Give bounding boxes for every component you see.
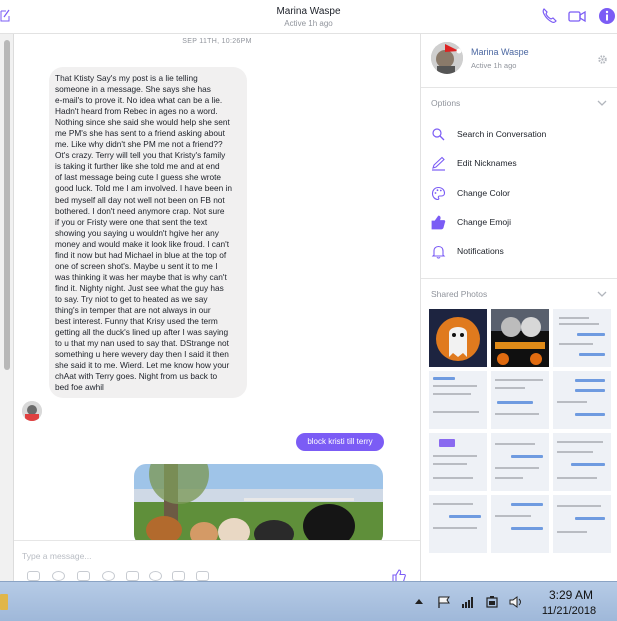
shared-photo[interactable] [491,371,549,429]
dogs-photo-icon [134,464,383,540]
shared-photo[interactable] [491,495,549,553]
option-label: Change Color [457,188,511,198]
message-list: SEP 11TH, 10:26PM That Ktisty Say's my p… [14,34,420,540]
search-icon [432,128,445,141]
option-change-color[interactable]: Change Color [431,185,611,203]
sticker-icon[interactable] [52,571,65,581]
phone-icon[interactable] [540,7,558,25]
info-icon[interactable] [598,7,616,25]
conversation-details-panel: Marina Waspe Active 1h ago Options Searc… [420,34,617,581]
shared-photo[interactable] [429,309,487,367]
message-composer: Type a message... [14,540,420,584]
header-contact-name[interactable]: Marina Waspe [0,6,617,17]
option-change-emoji[interactable]: Change Emoji [431,214,611,232]
sender-avatar [22,401,42,421]
halloween-cat-image-icon [491,309,549,367]
panel-divider [421,87,617,88]
option-label: Change Emoji [457,217,511,227]
contact-name[interactable]: Marina Waspe [471,47,529,57]
panel-divider [421,278,617,279]
palette-icon [431,186,446,201]
photo-icon[interactable] [27,571,40,581]
chevron-down-icon[interactable] [597,100,607,107]
shared-photo[interactable] [491,309,549,367]
bell-icon [431,245,446,259]
date-separator: SEP 11TH, 10:26PM [182,38,252,45]
video-camera-icon[interactable] [568,7,586,25]
option-label: Search in Conversation [457,129,547,139]
shared-photo[interactable] [553,309,611,367]
gif-icon[interactable] [77,571,90,581]
option-edit-nicknames[interactable]: Edit Nicknames [431,155,611,173]
shared-photo[interactable] [429,495,487,553]
folder-icon[interactable] [0,594,8,610]
network-signal-icon[interactable] [461,596,475,608]
emoji-icon[interactable] [102,571,115,581]
shared-photo[interactable] [553,433,611,491]
header-active-status: Active 1h ago [284,19,333,28]
avatar-image-icon [22,401,42,421]
clock-time[interactable]: 3:29 AM [541,588,601,602]
calendar-icon[interactable] [172,571,185,581]
gear-icon[interactable] [597,54,608,65]
shared-photo[interactable] [553,371,611,429]
shared-photo[interactable] [429,433,487,491]
shared-photo[interactable] [553,495,611,553]
thread-list-scrollbar[interactable] [0,34,14,581]
option-label: Edit Nicknames [457,158,517,168]
avatar-image-icon [431,42,463,74]
shared-photos-grid [429,309,611,579]
message-input[interactable]: Type a message... [22,551,91,561]
incoming-message-bubble[interactable]: That Ktisty Say's my post is a lie telli… [49,67,247,399]
contact-avatar[interactable] [431,42,463,74]
shared-photos-section-title[interactable]: Shared Photos [431,289,487,299]
thumbs-up-icon [431,215,446,230]
pencil-icon [432,156,445,171]
chevron-down-icon[interactable] [597,291,607,298]
windows-taskbar: 3:29 AM 11/21/2018 [0,581,617,621]
shared-photo[interactable] [429,371,487,429]
shared-photo[interactable] [491,433,549,491]
outgoing-message-bubble[interactable]: block kristi till terry [296,433,384,451]
option-label: Notifications [457,246,504,256]
battery-icon[interactable] [485,596,499,608]
conversation-header: Marina Waspe Active 1h ago [0,0,617,34]
speaker-volume-icon[interactable] [509,596,523,608]
camera-icon[interactable] [196,571,209,581]
shared-photo-dogs[interactable] [134,464,383,540]
scrollbar-thumb[interactable] [4,40,10,370]
option-notifications[interactable]: Notifications [431,243,611,261]
contact-active-status: Active 1h ago [471,61,517,70]
ghost-image-icon [429,309,487,367]
flag-icon[interactable] [437,596,451,608]
options-section-title[interactable]: Options [431,98,460,108]
clock-date[interactable]: 11/21/2018 [534,605,604,617]
option-search-in-conversation[interactable]: Search in Conversation [431,126,611,144]
game-icon[interactable] [126,571,139,581]
show-hidden-icons-icon[interactable] [414,596,424,608]
messenger-window: Marina Waspe Active 1h ago SEP 11TH, 10:… [0,0,617,621]
payment-icon[interactable] [149,571,162,581]
